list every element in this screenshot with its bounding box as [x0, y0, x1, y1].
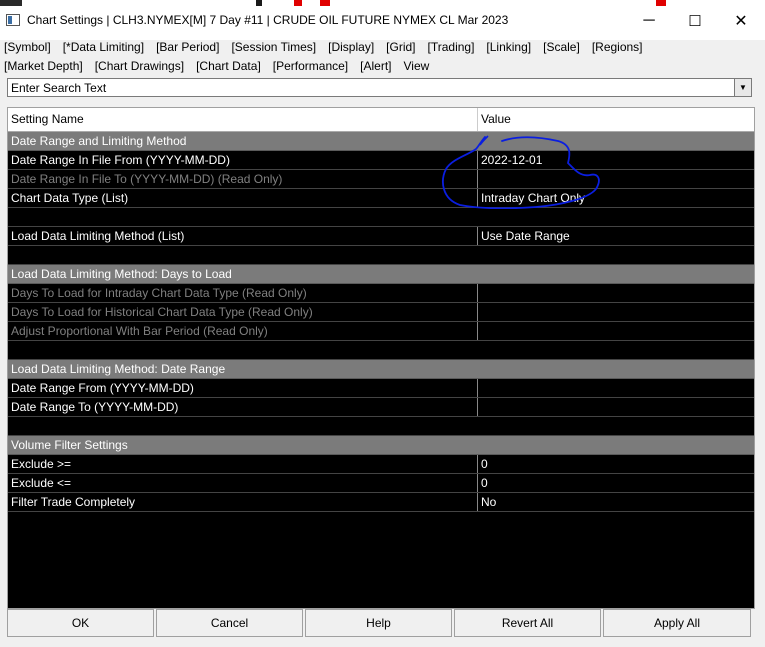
minimize-button[interactable]: ─: [626, 6, 672, 36]
setting-name: Exclude <=: [8, 474, 478, 492]
help-button[interactable]: Help: [305, 609, 452, 637]
spacer-row: [8, 417, 754, 436]
setting-row[interactable]: Exclude <= 0: [8, 474, 754, 493]
tab-chart-data[interactable]: [Chart Data]: [196, 59, 261, 73]
section-header-row: Volume Filter Settings: [8, 436, 754, 455]
maximize-button[interactable]: ☐: [672, 6, 718, 36]
section-header-row: Load Data Limiting Method: Date Range: [8, 360, 754, 379]
setting-value[interactable]: [478, 379, 754, 397]
setting-value[interactable]: Intraday Chart Only: [478, 189, 754, 207]
settings-tabs-row-2: [Market Depth] [Chart Drawings] [Chart Dat…: [4, 59, 441, 73]
section-header-row: Load Data Limiting Method: Days to Load: [8, 265, 754, 284]
setting-row[interactable]: Date Range From (YYYY-MM-DD): [8, 379, 754, 398]
tab-performance[interactable]: [Performance]: [273, 59, 348, 73]
setting-name: Date Range To (YYYY-MM-DD): [8, 398, 478, 416]
tab-symbol[interactable]: [Symbol]: [4, 40, 51, 54]
setting-value[interactable]: 2022-12-01: [478, 151, 754, 169]
setting-value[interactable]: 0: [478, 455, 754, 473]
setting-row[interactable]: Chart Data Type (List) Intraday Chart Onl…: [8, 189, 754, 208]
close-button[interactable]: ✕: [718, 6, 764, 36]
setting-name: [8, 246, 478, 264]
apply-all-button[interactable]: Apply All: [603, 609, 751, 637]
tab-chart-drawings[interactable]: [Chart Drawings]: [95, 59, 184, 73]
column-header-setting-name[interactable]: Setting Name: [8, 108, 478, 131]
search-input[interactable]: [11, 80, 731, 95]
spacer-row: [8, 246, 754, 265]
grid-header: Setting Name Value: [8, 108, 754, 132]
spacer-row: [8, 341, 754, 360]
tab-bar-period[interactable]: [Bar Period]: [156, 40, 219, 54]
tab-regions[interactable]: [Regions]: [592, 40, 643, 54]
setting-row[interactable]: Filter Trade Completely No: [8, 493, 754, 512]
tab-data-limiting[interactable]: [*Data Limiting]: [63, 40, 144, 54]
column-header-value[interactable]: Value: [478, 108, 754, 131]
tab-alert[interactable]: [Alert]: [360, 59, 391, 73]
setting-value: [478, 417, 754, 435]
ok-button[interactable]: OK: [7, 609, 154, 637]
setting-value: [478, 208, 754, 226]
tab-market-depth[interactable]: [Market Depth]: [4, 59, 83, 73]
revert-all-button[interactable]: Revert All: [454, 609, 601, 637]
setting-row[interactable]: Days To Load for Intraday Chart Data Typ…: [8, 284, 754, 303]
setting-name: Days To Load for Intraday Chart Data Typ…: [8, 284, 478, 302]
setting-row[interactable]: Days To Load for Historical Chart Data T…: [8, 303, 754, 322]
tab-linking[interactable]: [Linking]: [486, 40, 531, 54]
tab-trading[interactable]: [Trading]: [428, 40, 475, 54]
setting-name: Date Range In File From (YYYY-MM-DD): [8, 151, 478, 169]
tab-scale[interactable]: [Scale]: [543, 40, 580, 54]
setting-name: [8, 417, 478, 435]
setting-value[interactable]: 0: [478, 474, 754, 492]
section-title: Load Data Limiting Method: Date Range: [11, 362, 226, 376]
setting-name: Date Range From (YYYY-MM-DD): [8, 379, 478, 397]
setting-value[interactable]: No: [478, 493, 754, 511]
setting-row[interactable]: Date Range To (YYYY-MM-DD): [8, 398, 754, 417]
setting-value: 2023-02-10: [481, 172, 543, 186]
title-bar: Chart Settings | CLH3.NYMEX[M] 7 Day #11…: [0, 0, 765, 40]
settings-tabs: [Symbol] [*Data Limiting] [Bar Period] [Ses…: [0, 38, 765, 76]
window-title: Chart Settings | CLH3.NYMEX[M] 7 Day #11…: [27, 13, 509, 27]
setting-row[interactable]: Date Range In File From (YYYY-MM-DD) 2022…: [8, 151, 754, 170]
setting-name: Exclude >=: [8, 455, 478, 473]
setting-value: [478, 341, 754, 359]
setting-value[interactable]: Use Date Range: [478, 227, 754, 245]
setting-row[interactable]: Adjust Proportional With Bar Period (Rea…: [8, 322, 754, 341]
tab-session-times[interactable]: [Session Times]: [231, 40, 316, 54]
setting-name: Filter Trade Completely: [8, 493, 478, 511]
setting-value[interactable]: [478, 398, 754, 416]
setting-value: No: [481, 324, 497, 338]
spacer-row: [8, 208, 754, 227]
tab-display[interactable]: [Display]: [328, 40, 374, 54]
section-title: Load Data Limiting Method: Days to Load: [11, 267, 232, 281]
setting-name: Adjust Proportional With Bar Period (Rea…: [8, 322, 478, 340]
setting-row[interactable]: Exclude >= 0: [8, 455, 754, 474]
app-icon: [6, 14, 20, 26]
setting-value: 4380: [481, 305, 508, 319]
settings-tabs-row-1: [Symbol] [*Data Limiting] [Bar Period] [Ses…: [4, 40, 655, 54]
setting-name: [8, 208, 478, 226]
chevron-down-icon[interactable]: ▼: [734, 79, 751, 96]
tab-view[interactable]: View: [404, 59, 430, 73]
setting-name: [8, 341, 478, 359]
search-box[interactable]: ▼: [7, 78, 752, 97]
dialog-buttons: OK Cancel Help Revert All Apply All: [7, 609, 755, 639]
section-title: Volume Filter Settings: [11, 438, 128, 452]
tab-grid[interactable]: [Grid]: [386, 40, 415, 54]
setting-name: Days To Load for Historical Chart Data T…: [8, 303, 478, 321]
cancel-button[interactable]: Cancel: [156, 609, 303, 637]
setting-name: Chart Data Type (List): [8, 189, 478, 207]
settings-grid: Setting Name Value Date Range and Limiti…: [7, 107, 755, 609]
setting-row[interactable]: Load Data Limiting Method (List) Use Date…: [8, 227, 754, 246]
setting-value: [478, 246, 754, 264]
setting-name: Date Range In File To (YYYY-MM-DD) (Read…: [8, 170, 478, 188]
section-header-row: Date Range and Limiting Method: [8, 132, 754, 151]
section-title: Date Range and Limiting Method: [11, 134, 187, 148]
setting-value: 30: [481, 286, 495, 300]
setting-row[interactable]: Date Range In File To (YYYY-MM-DD) (Read…: [8, 170, 754, 189]
setting-name: Load Data Limiting Method (List): [8, 227, 478, 245]
